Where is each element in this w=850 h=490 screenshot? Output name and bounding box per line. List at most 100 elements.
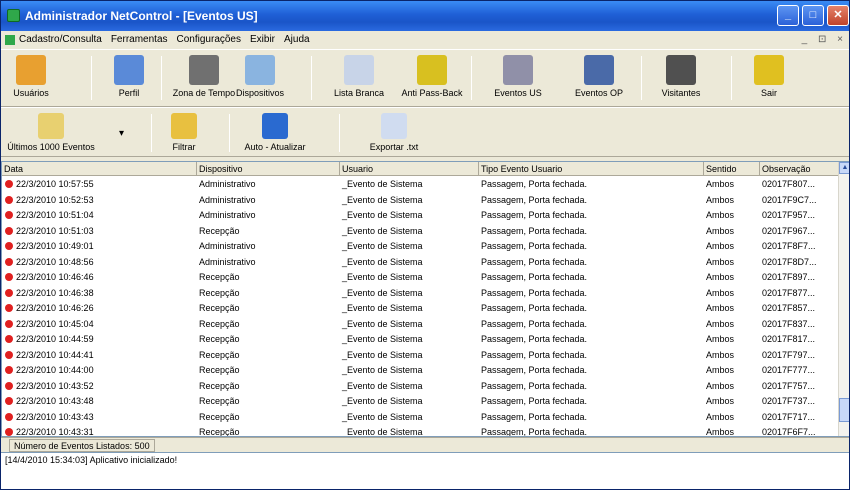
table-cell: 22/3/2010 10:44:00 — [2, 363, 197, 378]
table-row[interactable]: 22/3/2010 10:57:55 Administrativo _Evento … — [2, 177, 840, 193]
table-cell: 22/3/2010 10:46:26 — [2, 301, 197, 316]
table-cell: 22/3/2010 10:43:31 — [2, 425, 197, 436]
toolbar-button-eventos-us[interactable]: Eventos US — [491, 53, 545, 105]
toolbar-separator — [731, 56, 732, 100]
table-row[interactable]: 22/3/2010 10:43:52 Recepção _Evento de Sis… — [2, 379, 840, 395]
mdi-controls[interactable]: _ ⊡ × — [802, 31, 847, 49]
scroll-up-icon[interactable]: ▲ — [839, 162, 849, 174]
table-cell: Administrativo — [199, 179, 256, 189]
minimize-button[interactable]: _ — [777, 5, 799, 26]
toolbar-button-anti-pass-back[interactable]: Anti Pass-Back — [401, 53, 463, 105]
table-cell: 22/3/2010 10:48:56 — [2, 255, 197, 270]
table-row[interactable]: 22/3/2010 10:43:48 Recepção _Evento de Sis… — [2, 394, 840, 410]
event-status-icon — [5, 242, 13, 250]
dropdown-arrow-icon[interactable]: ▾ — [119, 128, 124, 139]
toolbar-button-usu-rios[interactable]: Usuários — [9, 53, 53, 105]
table-cell: _Evento de Sistema — [342, 380, 423, 391]
table-row[interactable]: 22/3/2010 10:44:00 Recepção _Evento de Sis… — [2, 363, 840, 379]
events-table[interactable]: Data Dispositivo Usuario Tipo Evento Usuari… — [1, 161, 849, 437]
cell-text: 22/3/2010 10:57:55 — [16, 179, 94, 189]
table-row[interactable]: 22/3/2010 10:43:31 Recepção _Evento de Sis… — [2, 425, 840, 437]
toolbar-button-exportar-txt[interactable]: Exportar .txt — [361, 111, 427, 163]
toolbar-button-ltimos-1000-eventos[interactable]: Últimos 1000 Eventos — [3, 111, 99, 163]
toolbar-button-zona-de-tempo[interactable]: Zona de Tempo — [171, 53, 237, 105]
table-cell: Recepção — [199, 427, 240, 437]
table-cell: Ambos — [706, 411, 735, 422]
column-header[interactable]: Dispositivo — [197, 162, 340, 176]
toolbar-separator — [471, 56, 472, 100]
toolbar-button-lista-branca[interactable]: Lista Branca — [331, 53, 387, 105]
table-cell: 02017F6F7... — [762, 427, 816, 437]
table-cell: Recepção — [199, 365, 240, 375]
toolbar-button-dispositivos[interactable]: Dispositivos — [231, 53, 289, 105]
table-row[interactable]: 22/3/2010 10:46:38 Recepção _Evento de Sis… — [2, 286, 840, 302]
status-bar: Número de Eventos Listados: 500 — [1, 437, 849, 452]
column-header[interactable]: Observação — [760, 162, 840, 176]
table-cell: Recepção — [199, 334, 240, 344]
event-status-icon — [5, 366, 13, 374]
toolbar-button-sair[interactable]: Sair — [751, 53, 787, 105]
toolbar-button-eventos-op[interactable]: Eventos OP — [571, 53, 627, 105]
toolbar-button-visitantes[interactable]: Visitantes — [656, 53, 706, 105]
menu-cadastro[interactable]: Cadastro/Consulta — [19, 31, 102, 49]
toolbar-button-label: Zona de Tempo — [172, 88, 236, 98]
refresh-icon — [262, 113, 288, 139]
table-cell: Recepção — [199, 380, 240, 391]
table-cell: Recepção — [199, 318, 240, 329]
visitors-icon — [666, 55, 696, 85]
toolbar-button-filtrar[interactable]: Filtrar — [161, 111, 207, 163]
menu-ferramentas[interactable]: Ferramentas — [111, 31, 168, 49]
maximize-button[interactable]: □ — [802, 5, 824, 26]
toolbar-button-label: Últimos 1000 Eventos — [7, 142, 95, 152]
scroll-thumb[interactable] — [839, 398, 849, 422]
table-cell: Ambos — [706, 349, 735, 360]
cell-text: 22/3/2010 10:51:04 — [16, 210, 94, 220]
column-header[interactable]: Tipo Evento Usuario — [479, 162, 704, 176]
events-toolbar: Últimos 1000 Eventos Filtrar Auto - Atuali… — [1, 107, 849, 157]
table-row[interactable]: 22/3/2010 10:43:43 Recepção _Evento de Sis… — [2, 410, 840, 426]
table-row[interactable]: 22/3/2010 10:44:41 Recepção _Evento de Sis… — [2, 348, 840, 364]
table-row[interactable]: 22/3/2010 10:51:04 Administrativo _Evento … — [2, 208, 840, 224]
table-cell: 22/3/2010 10:43:48 — [2, 394, 197, 409]
toolbar-button-perfil[interactable]: Perfil — [109, 53, 149, 105]
menu-exibir[interactable]: Exibir — [250, 31, 275, 49]
table-row[interactable]: 22/3/2010 10:46:26 Recepção _Evento de Sis… — [2, 301, 840, 317]
toolbar-separator — [151, 114, 152, 152]
table-cell: _Evento de Sistema — [342, 365, 423, 375]
cell-text: 22/3/2010 10:43:48 — [16, 396, 94, 406]
events-op-icon — [584, 55, 614, 85]
cell-text: 22/3/2010 10:45:04 — [16, 318, 94, 329]
vertical-scrollbar[interactable]: ▲ — [838, 162, 849, 436]
table-cell: Ambos — [706, 396, 735, 406]
table-row[interactable]: 22/3/2010 10:45:04 Recepção _Evento de Sis… — [2, 317, 840, 333]
column-header[interactable]: Usuario — [340, 162, 479, 176]
table-cell: 02017F797... — [762, 349, 816, 360]
table-row[interactable]: 22/3/2010 10:52:53 Administrativo _Evento … — [2, 193, 840, 209]
table-cell: 02017F8D7... — [762, 256, 817, 267]
table-cell: 02017F777... — [762, 365, 816, 375]
table-cell: _Evento de Sistema — [342, 396, 423, 406]
menu-ajuda[interactable]: Ajuda — [284, 31, 310, 49]
table-cell: 22/3/2010 10:51:04 — [2, 208, 197, 223]
table-row[interactable]: 22/3/2010 10:49:01 Administrativo _Evento … — [2, 239, 840, 255]
table-cell: Passagem, Porta fechada. — [481, 241, 588, 251]
toolbar-button-label: Eventos US — [494, 88, 542, 98]
table-cell: Administrativo — [199, 256, 256, 267]
table-cell: 22/3/2010 10:46:46 — [2, 270, 197, 285]
toolbar-button-label: Auto - Atualizar — [244, 142, 306, 152]
table-row[interactable]: 22/3/2010 10:51:03 Recepção _Evento de Sis… — [2, 224, 840, 240]
table-cell: 02017F817... — [762, 334, 816, 344]
title-bar[interactable]: Administrador NetControl - [Eventos US] … — [1, 1, 849, 31]
close-button[interactable]: ✕ — [827, 5, 849, 26]
table-row[interactable]: 22/3/2010 10:44:59 Recepção _Evento de Sis… — [2, 332, 840, 348]
table-cell: _Evento de Sistema — [342, 427, 423, 437]
column-header[interactable]: Data — [2, 162, 197, 176]
toolbar-button-auto-atualizar[interactable]: Auto - Atualizar — [239, 111, 311, 163]
event-status-icon — [5, 257, 13, 266]
toolbar-separator — [311, 56, 312, 100]
toolbar-button-label: Usuários — [13, 88, 49, 98]
menu-configuracoes[interactable]: Configurações — [177, 31, 241, 49]
table-row[interactable]: 22/3/2010 10:48:56 Administrativo _Evento … — [2, 255, 840, 271]
column-header[interactable]: Sentido — [704, 162, 760, 176]
table-row[interactable]: 22/3/2010 10:46:46 Recepção _Evento de Sis… — [2, 270, 840, 286]
